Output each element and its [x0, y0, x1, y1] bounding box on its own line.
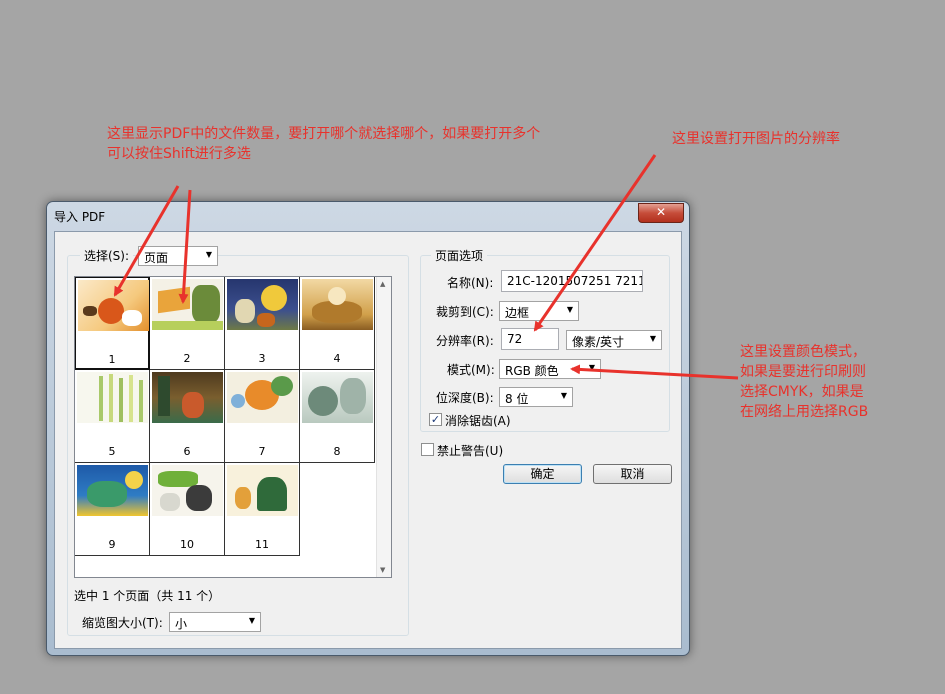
mode-dropdown[interactable]: RGB 颜色 ▼: [499, 359, 601, 379]
select-legend: 选择(S):: [80, 247, 134, 264]
antialias-label[interactable]: 消除锯齿(A): [445, 412, 511, 429]
thumbnail-number: 7: [258, 445, 266, 458]
select-dropdown[interactable]: 页面 ▼: [138, 246, 218, 266]
thumbnail-number: 2: [183, 352, 191, 365]
name-field[interactable]: 21C-1201507251 72115: [501, 270, 643, 292]
cancel-button[interactable]: 取消: [593, 464, 672, 484]
resolution-label: 分辨率(R):: [436, 334, 494, 348]
selection-status: 选中 1 个页面（共 11 个）: [74, 589, 221, 603]
cover-image: [152, 279, 223, 330]
thumbnail-7[interactable]: 7: [224, 369, 300, 463]
suppress-warnings-checkbox[interactable]: [421, 443, 434, 456]
cover-image: [152, 465, 223, 516]
cover-image: [302, 372, 373, 423]
thumbnail-9[interactable]: 9: [75, 462, 150, 556]
cover-image: [77, 465, 148, 516]
cover-image: [152, 372, 223, 423]
checkmark-icon: ✓: [430, 413, 441, 426]
annotation-pdf-count: 这里显示PDF中的文件数量，要打开哪个就选择哪个，如果要打开多个 可以按住Shi…: [107, 126, 541, 162]
select-label: 选择(S):: [84, 249, 130, 263]
resolution-field[interactable]: 72: [501, 328, 559, 350]
chevron-down-icon: ▼: [649, 334, 656, 343]
cancel-label: 取消: [620, 467, 645, 481]
select-group: 选择(S): 页面 ▼ 1 2 3 4 5 6 7 8 9 10 11 ▲ ▼ …: [67, 246, 409, 636]
crop-label: 裁剪到(C):: [436, 305, 494, 319]
scroll-down-icon[interactable]: ▼: [380, 566, 385, 574]
chevron-down-icon: ▼: [560, 391, 567, 400]
close-button[interactable]: ✕: [638, 203, 684, 223]
crop-dropdown[interactable]: 边框 ▼: [499, 301, 579, 321]
thumb-size-value: 小: [175, 617, 188, 631]
depth-label: 位深度(B):: [436, 391, 494, 405]
thumbnail-list[interactable]: 1 2 3 4 5 6 7 8 9 10 11 ▲ ▼: [74, 276, 392, 578]
page-options-group: 页面选项 名称(N): 21C-1201507251 72115 裁剪到(C):…: [420, 247, 670, 432]
thumbnail-grid: 1 2 3 4 5 6 7 8 9 10 11: [75, 277, 376, 556]
antialias-checkbox[interactable]: ✓: [429, 413, 442, 426]
thumbnail-scrollbar[interactable]: ▲ ▼: [376, 277, 391, 577]
thumbnail-number: 11: [255, 538, 269, 551]
thumb-size-label: 缩览图大小(T):: [82, 616, 163, 630]
thumbnail-3[interactable]: 3: [224, 277, 300, 370]
select-value: 页面: [144, 251, 169, 265]
dialog-title: 导入 PDF: [54, 210, 106, 224]
resolution-unit-value: 像素/英寸: [572, 335, 625, 349]
thumbnail-1[interactable]: 1: [75, 277, 150, 370]
annotation-color-mode: 这里设置颜色模式， 如果是要进行印刷则 选择CMYK，如果是 在网络上用选择RG…: [740, 344, 869, 420]
ok-button[interactable]: 确定: [503, 464, 582, 484]
close-icon: ✕: [655, 205, 667, 219]
thumbnail-number: 3: [258, 352, 266, 365]
annotation-resolution: 这里设置打开图片的分辨率: [672, 131, 840, 147]
thumbnail-number: 9: [108, 538, 116, 551]
thumbnail-8[interactable]: 8: [299, 369, 375, 463]
chevron-down-icon: ▼: [205, 250, 212, 259]
thumb-size-dropdown[interactable]: 小 ▼: [169, 612, 261, 632]
mode-value: RGB 颜色: [505, 364, 559, 378]
cover-image: [227, 372, 298, 423]
cover-image: [227, 279, 298, 330]
cover-image: [77, 372, 148, 423]
name-value: 21C-1201507251 72115: [507, 274, 643, 288]
thumbnail-6[interactable]: 6: [149, 369, 225, 463]
cover-image: [78, 280, 149, 331]
cover-image: [302, 279, 373, 330]
thumbnail-number: 10: [180, 538, 194, 551]
cover-image: [227, 465, 298, 516]
thumbnail-number: 5: [108, 445, 116, 458]
thumbnail-10[interactable]: 10: [149, 462, 225, 556]
crop-value: 边框: [505, 306, 530, 320]
thumbnail-number: 8: [333, 445, 341, 458]
import-pdf-dialog: 导入 PDF ✕ 选择(S): 页面 ▼ 1 2 3 4 5 6 7 8 9 1…: [46, 201, 690, 656]
name-label: 名称(N):: [447, 276, 494, 290]
thumbnail-number: 1: [108, 353, 116, 366]
thumbnail-number: 6: [183, 445, 191, 458]
thumbnail-5[interactable]: 5: [75, 369, 150, 463]
chevron-down-icon: ▼: [566, 305, 573, 314]
dialog-body: 选择(S): 页面 ▼ 1 2 3 4 5 6 7 8 9 10 11 ▲ ▼ …: [54, 231, 682, 649]
thumbnail-11[interactable]: 11: [224, 462, 300, 556]
scroll-up-icon[interactable]: ▲: [380, 280, 385, 288]
resolution-unit-dropdown[interactable]: 像素/英寸 ▼: [566, 330, 662, 350]
ok-label: 确定: [530, 467, 555, 481]
thumbnail-4[interactable]: 4: [299, 277, 375, 370]
depth-value: 8 位: [505, 392, 529, 406]
chevron-down-icon: ▼: [248, 616, 255, 625]
suppress-warnings-label[interactable]: 禁止警告(U): [437, 442, 503, 459]
resolution-value: 72: [507, 332, 523, 346]
title-bar[interactable]: 导入 PDF ✕: [47, 202, 689, 230]
thumbnail-number: 4: [333, 352, 341, 365]
mode-label: 模式(M):: [447, 363, 495, 377]
chevron-down-icon: ▼: [588, 363, 595, 372]
page-options-legend: 页面选项: [431, 247, 488, 264]
depth-dropdown[interactable]: 8 位 ▼: [499, 387, 573, 407]
thumbnail-2[interactable]: 2: [149, 277, 225, 370]
